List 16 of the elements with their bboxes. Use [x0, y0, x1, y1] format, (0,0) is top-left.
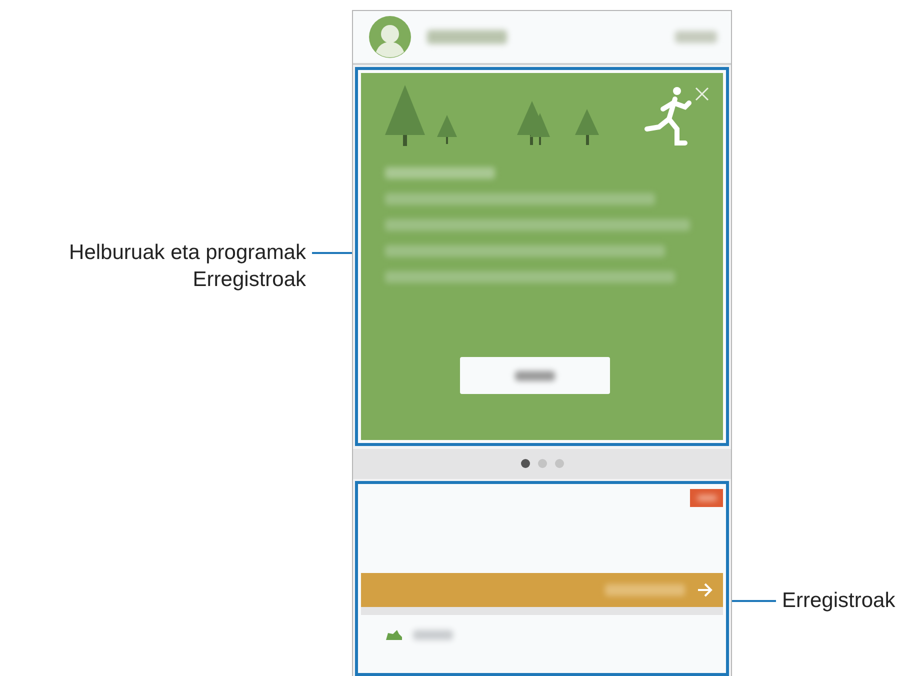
blurred-button[interactable] — [460, 357, 610, 394]
page-dot[interactable] — [554, 459, 564, 468]
page-dot[interactable] — [538, 459, 546, 468]
arrow-right-icon — [697, 582, 713, 597]
new-badge — [690, 488, 723, 507]
tips-bar[interactable] — [361, 572, 723, 607]
blurred-text — [413, 630, 453, 640]
blurred-text — [675, 31, 717, 44]
avatar-icon — [369, 16, 411, 58]
callout-label: Erregistroak — [192, 267, 306, 293]
callout-label: Erregistroak — [782, 588, 896, 614]
callout-label: Helburuak eta programak — [69, 240, 306, 266]
leader-line — [732, 600, 776, 602]
close-icon[interactable] — [695, 87, 709, 102]
page-dot[interactable] — [520, 459, 530, 468]
leader-line — [312, 252, 352, 254]
